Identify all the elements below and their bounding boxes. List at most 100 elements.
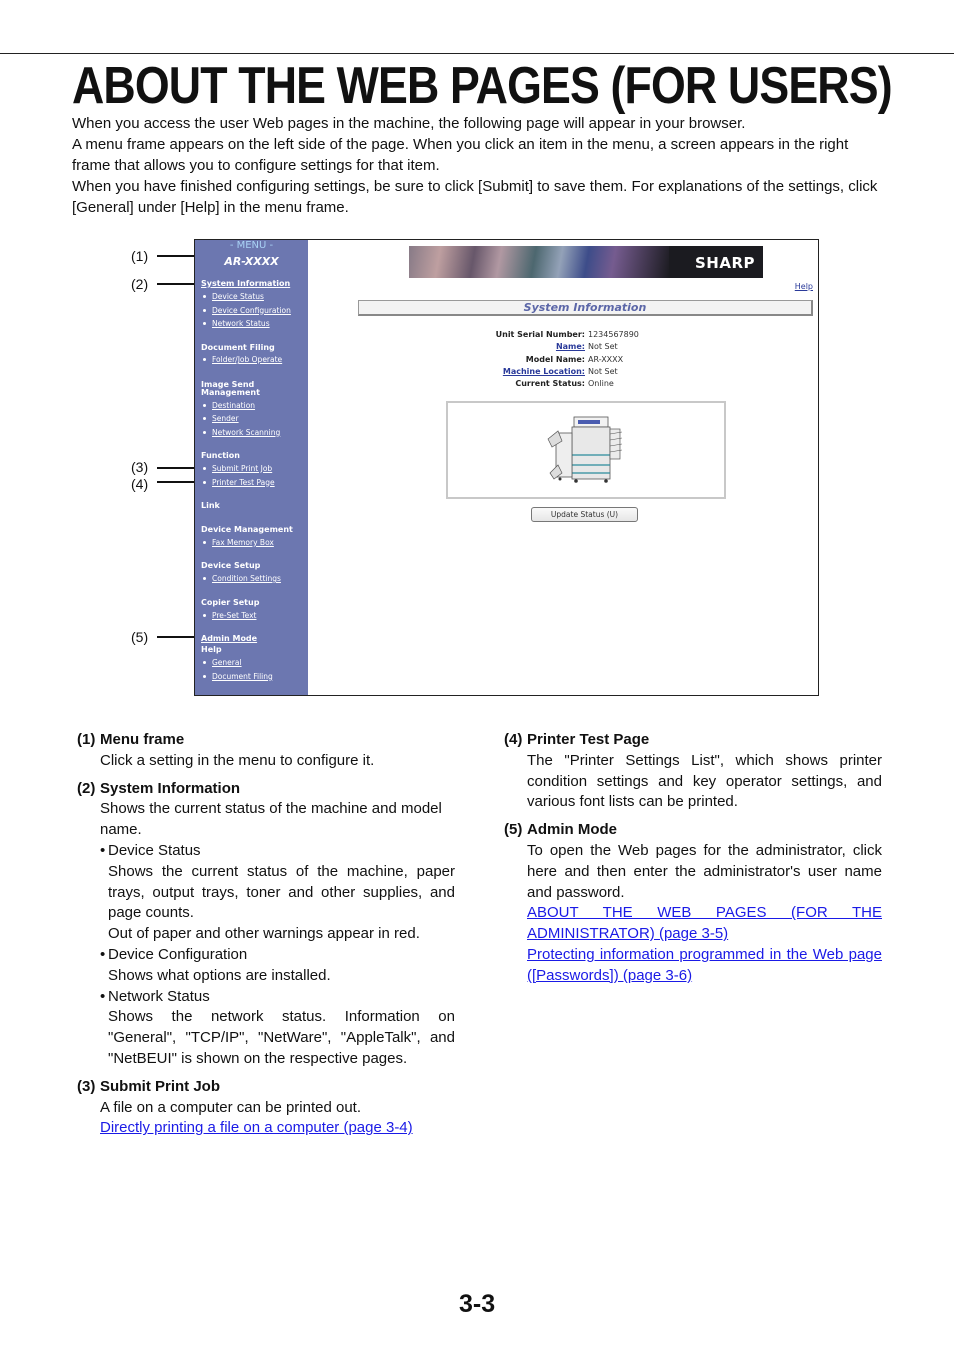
menu-item-fax-memory-box[interactable]: Fax Memory Box — [201, 538, 274, 547]
entry-text: Shows the current status of the machine … — [100, 800, 442, 839]
entry-number: (4) — [504, 731, 523, 748]
entry-number: (1) — [77, 731, 96, 748]
banner-artwork — [409, 246, 669, 278]
info-row-model: Model Name: AR-XXXX — [525, 354, 624, 364]
menu-header: - MENU - — [229, 240, 274, 251]
machine-location-link[interactable]: Machine Location: — [448, 366, 588, 378]
callout-5: (5) — [131, 629, 149, 645]
menu-item-document-filing-help[interactable]: Document Filing — [201, 672, 273, 681]
menu-section-help: Help — [201, 645, 222, 654]
system-info-table: Unit Serial Number: 1234567890 Name: Not S… — [448, 329, 639, 390]
intro-paragraph: When you access the user Web pages in th… — [72, 115, 746, 132]
bullet-icon — [203, 358, 206, 361]
entry-text: Click a setting in the menu to configure… — [100, 751, 375, 769]
info-row-status: Current Status: Online — [515, 379, 614, 389]
bullet-icon — [203, 295, 206, 298]
menu-item-condition-settings[interactable]: Condition Settings — [201, 574, 281, 583]
link-admin-web-pages[interactable]: ABOUT THE WEB PAGES (FOR THE ADMINISTRAT… — [527, 904, 882, 942]
entry-menu-frame: (1) Menu frame Click a setting in the men… — [77, 730, 455, 772]
bullet-icon — [203, 308, 206, 312]
link-directly-printing[interactable]: Directly printing a file on a computer (… — [100, 1119, 413, 1136]
sub-text: Shows the current status of the machine,… — [108, 862, 455, 922]
menu-section-copier-setup: Copier Setup — [201, 598, 260, 607]
entry-system-information: (2) System Information Shows the current … — [77, 779, 455, 1070]
intro-paragraph: A menu frame appears on the left side of… — [72, 136, 849, 174]
copier-machine-icon — [547, 416, 623, 483]
sharp-banner: SHARP — [409, 246, 763, 278]
info-row-serial: Unit Serial Number: 1234567890 — [495, 330, 639, 339]
menu-item-admin-mode[interactable]: Admin Mode — [201, 635, 257, 643]
system-information-title: System Information — [358, 300, 813, 316]
bullet-icon — [203, 417, 206, 420]
menu-section-system-information[interactable]: System Information — [201, 280, 290, 288]
entry-text: A file on a computer can be printed out. — [100, 1098, 361, 1116]
menu-item-device-status[interactable]: Device Status — [201, 292, 264, 301]
bullet-icon — [203, 466, 206, 470]
bullet-icon — [203, 322, 206, 325]
bullet-icon — [203, 403, 206, 407]
entry-title: Submit Print Job — [100, 1077, 220, 1095]
menu-frame: - MENU - AR-XXXX System Information Devi… — [195, 240, 308, 695]
entry-text: The "Printer Settings List", which shows… — [527, 751, 882, 811]
sub-text: Out of paper and other warnings appear i… — [108, 925, 420, 943]
menu-section-device-setup: Device Setup — [201, 561, 261, 570]
page-title: ABOUT THE WEB PAGES (FOR USERS) — [72, 57, 893, 115]
sub-title: Device Status — [100, 841, 455, 862]
menu-item-printer-test-page[interactable]: Printer Test Page — [201, 478, 275, 487]
device-image-box — [446, 401, 726, 499]
menu-section-document-filing: Document Filing — [201, 343, 275, 352]
entry-admin-mode: (5) Admin Mode To open the Web pages for … — [504, 820, 882, 986]
menu-item-network-scanning[interactable]: Network Scanning — [201, 428, 280, 437]
bullet-icon — [203, 480, 206, 484]
sub-device-configuration: Device Configuration Shows what options … — [100, 945, 455, 987]
sub-network-status: Network Status Shows the network status.… — [100, 987, 455, 1070]
menu-item-destination[interactable]: Destination — [201, 401, 255, 410]
link-protecting-passwords[interactable]: Protecting information programmed in the… — [527, 946, 882, 984]
update-status-button[interactable]: Update Status (U) — [531, 507, 638, 522]
intro-paragraph: When you have finished configuring setti… — [72, 178, 878, 216]
entry-title: Menu frame — [100, 731, 185, 748]
menu-item-submit-print-job[interactable]: Submit Print Job — [201, 464, 272, 473]
callout-2: (2) — [131, 276, 149, 292]
menu-item-network-status[interactable]: Network Status — [201, 319, 270, 328]
menu-item-device-configuration[interactable]: Device Configuration — [201, 306, 291, 315]
bullet-icon — [203, 674, 206, 678]
menu-section-image-send-line2: Management — [201, 388, 260, 397]
bullet-icon — [203, 661, 206, 664]
info-row-location: Machine Location: Not Set — [448, 366, 639, 378]
info-row-name: Name: Not Set — [448, 341, 639, 353]
menu-item-pre-set-text[interactable]: Pre-Set Text — [201, 611, 257, 620]
bullet-icon — [203, 430, 206, 434]
menu-item-general[interactable]: General — [201, 658, 242, 667]
sub-text: Shows what options are installed. — [108, 966, 331, 984]
entry-submit-print-job: (3) Submit Print Job A file on a computer… — [77, 1077, 455, 1139]
entry-text: To open the Web pages for the administra… — [527, 841, 882, 901]
sub-text: Shows the network status. Information on… — [108, 1008, 455, 1067]
sub-title: Network Status — [100, 987, 455, 1008]
entry-title: Printer Test Page — [527, 731, 650, 748]
sub-device-status: Device Status Shows the current status o… — [100, 841, 455, 945]
callout-1: (1) — [131, 248, 149, 264]
help-link[interactable]: Help — [795, 282, 813, 291]
menu-item-folder-job-operate[interactable]: Folder/Job Operate — [201, 355, 282, 364]
entry-number: (5) — [504, 821, 523, 839]
page-number: 3-3 — [459, 1290, 496, 1318]
name-link[interactable]: Name: — [448, 341, 588, 353]
menu-item-sender[interactable]: Sender — [201, 414, 239, 423]
bullet-icon — [203, 577, 206, 580]
bullet-icon — [203, 614, 206, 617]
sharp-logo: SHARP — [694, 254, 755, 272]
web-page-screenshot: - MENU - AR-XXXX System Information Devi… — [194, 239, 819, 696]
content-frame: SHARP Help System Information Unit Seria… — [308, 240, 818, 695]
sub-title: Device Configuration — [100, 945, 455, 966]
menu-section-function: Function — [201, 451, 240, 460]
intro-text: When you access the user Web pages in th… — [72, 113, 884, 218]
callout-4: (4) — [131, 476, 149, 492]
callout-3: (3) — [131, 459, 149, 475]
entry-number: (3) — [77, 1077, 96, 1095]
descriptions-left: (1) Menu frame Click a setting in the men… — [77, 730, 455, 1146]
bullet-icon — [203, 540, 206, 544]
entry-title: System Information — [100, 779, 241, 797]
entry-printer-test-page: (4) Printer Test Page The "Printer Settin… — [504, 730, 882, 813]
header-rule — [0, 53, 954, 54]
